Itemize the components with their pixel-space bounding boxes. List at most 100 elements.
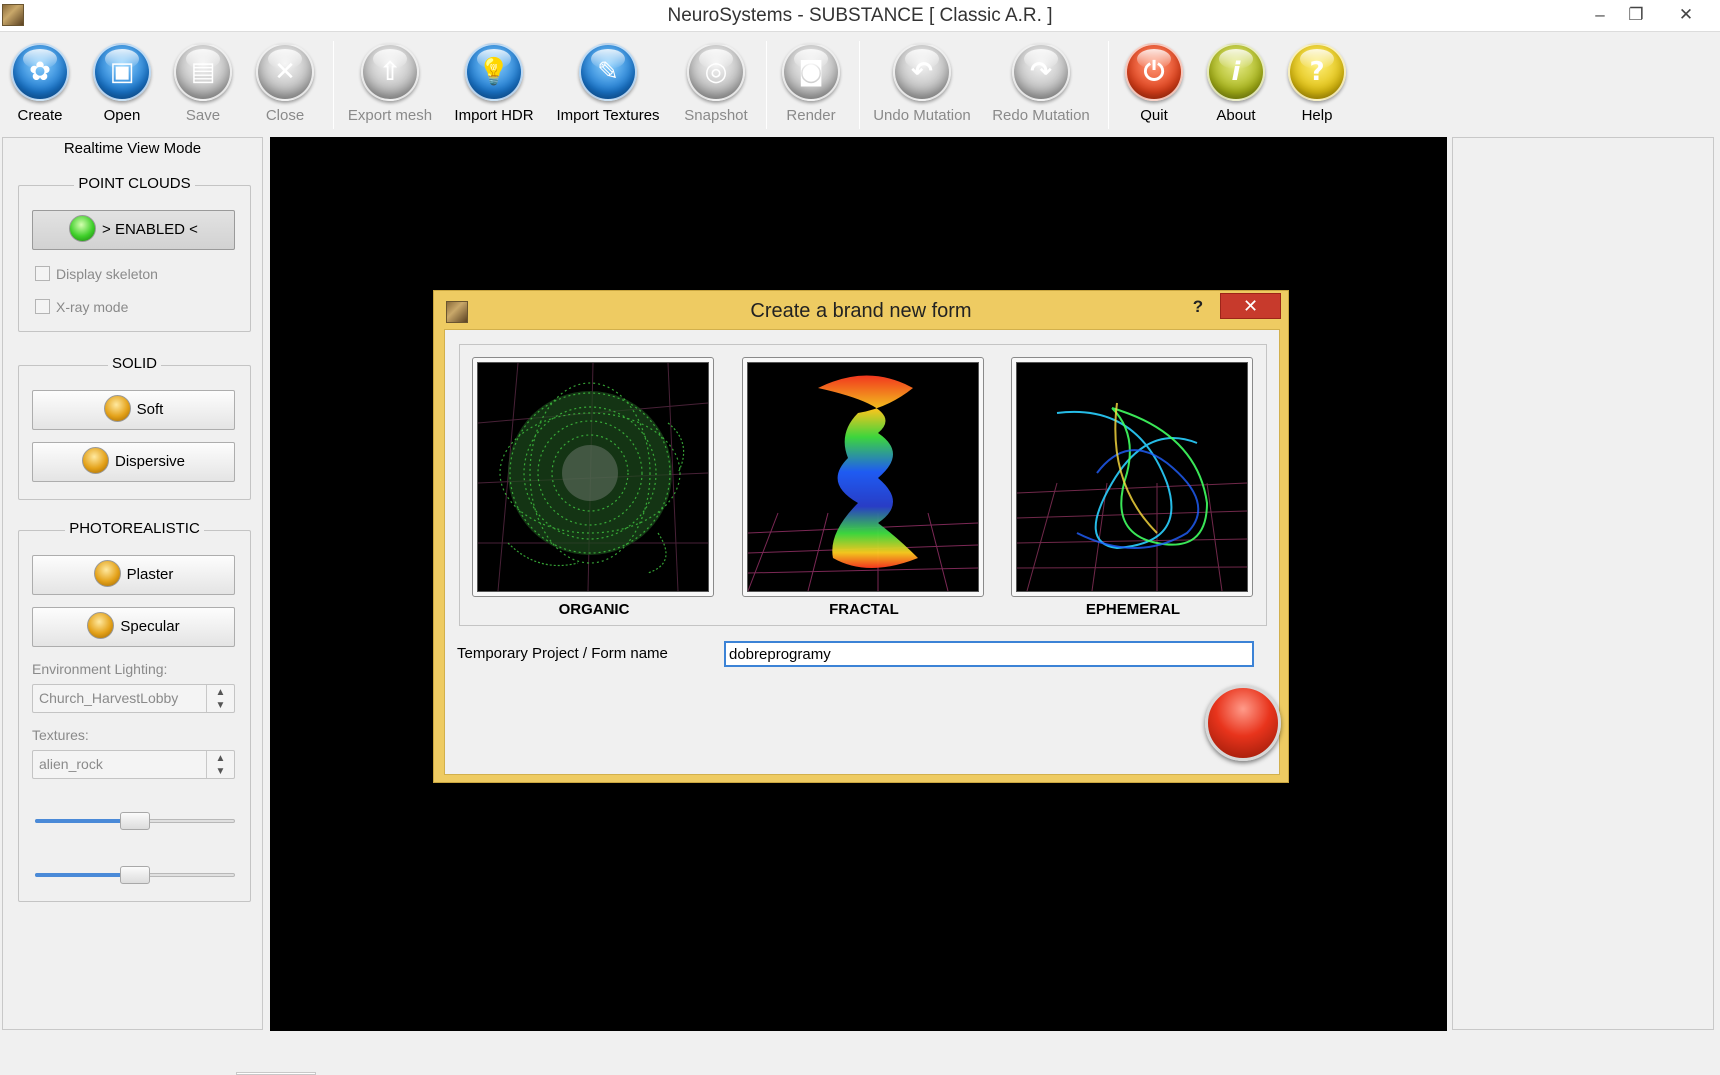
textures-label: Textures: (32, 727, 89, 743)
close-label: Close (265, 107, 305, 124)
confirm-create-button[interactable] (1205, 685, 1281, 761)
window-close-button[interactable]: ✕ (1666, 2, 1706, 28)
export-mesh-label: Export mesh (347, 107, 433, 124)
form-name-input[interactable] (724, 641, 1254, 667)
xray-mode-label: X-ray mode (56, 299, 129, 315)
plaster-button[interactable]: Plaster (32, 555, 235, 595)
dispersive-button[interactable]: Dispersive (32, 442, 235, 482)
panel-title: Realtime View Mode (63, 140, 202, 157)
import-hdr-label: Import HDR (454, 107, 534, 124)
aperture-icon: ◎ (687, 43, 745, 101)
slider-thumb[interactable] (120, 812, 150, 830)
render-button[interactable]: ◙ Render (778, 43, 844, 124)
point-clouds-group: POINT CLOUDS > ENABLED < Display skeleto… (18, 175, 251, 332)
choice-ephemeral[interactable]: EPHEMERAL (1011, 357, 1255, 618)
photorealistic-title: PHOTOREALISTIC (65, 520, 204, 537)
choice-organic[interactable]: ORGANIC (472, 357, 716, 618)
minimize-button[interactable]: – (1580, 2, 1620, 28)
point-clouds-enabled-button[interactable]: > ENABLED < (32, 210, 235, 250)
quit-label: Quit (1140, 107, 1168, 124)
choice-frame (472, 357, 714, 597)
dialog-close-button[interactable]: ✕ (1220, 293, 1281, 319)
view-mode-panel: Realtime View Mode POINT CLOUDS > ENABLE… (2, 137, 263, 1030)
organic-label: ORGANIC (558, 601, 630, 618)
fractal-thumbnail (747, 362, 979, 592)
form-name-label: Temporary Project / Form name (457, 645, 668, 662)
display-skeleton-label: Display skeleton (56, 266, 158, 282)
slider-2[interactable] (35, 865, 235, 885)
dialog-help-button[interactable]: ? (1186, 295, 1210, 319)
help-label: Help (1301, 107, 1333, 124)
solid-title: SOLID (107, 355, 161, 372)
green-led-icon (69, 215, 97, 243)
toolbar-separator (859, 41, 860, 129)
spin-arrows-icon: ▲ ▼ (206, 685, 234, 712)
photorealistic-group: PHOTOREALISTIC Plaster Specular Environm… (18, 520, 251, 902)
create-label: Create (17, 107, 63, 124)
upload-arrow-icon: ⇧ (361, 43, 419, 101)
about-label: About (1216, 107, 1256, 124)
import-textures-label: Import Textures (556, 107, 660, 124)
environment-lighting-select[interactable]: Church_HarvestLobby ▲ ▼ (32, 684, 235, 713)
undo-mutation-label: Undo Mutation (873, 107, 971, 124)
point-clouds-title: POINT CLOUDS (74, 175, 195, 192)
save-disk-icon: ▤ (174, 43, 232, 101)
open-label: Open (103, 107, 141, 124)
snapshot-button[interactable]: ◎ Snapshot (676, 43, 756, 124)
window-title: NeuroSystems - SUBSTANCE [ Classic A.R. … (667, 5, 1053, 26)
snapshot-label: Snapshot (684, 107, 748, 124)
display-skeleton-checkbox[interactable]: Display skeleton (35, 266, 158, 282)
specular-button[interactable]: Specular (32, 607, 235, 647)
dialog-body: ORGANIC FRACTAL EPHEMERAL Temporary Proj… (444, 329, 1281, 775)
open-button[interactable]: ▣ Open (90, 43, 154, 124)
choice-fractal[interactable]: FRACTAL (742, 357, 986, 618)
amber-led-icon (81, 447, 109, 475)
ephemeral-label: EPHEMERAL (1085, 601, 1181, 618)
right-panel (1452, 137, 1714, 1030)
fractal-label: FRACTAL (829, 601, 899, 618)
choice-frame (1011, 357, 1253, 597)
soft-button[interactable]: Soft (32, 390, 235, 430)
spin-arrows-icon: ▲ ▼ (206, 751, 234, 778)
export-mesh-button[interactable]: ⇧ Export mesh (346, 43, 434, 124)
enabled-label: > ENABLED < (102, 221, 198, 238)
slider-1[interactable] (35, 811, 235, 831)
redo-mutation-label: Redo Mutation (992, 107, 1090, 124)
save-label: Save (185, 107, 221, 124)
open-box-icon: ▣ (93, 43, 151, 101)
title-bar: NeuroSystems - SUBSTANCE [ Classic A.R. … (0, 0, 1720, 32)
redo-mutation-button[interactable]: ↷ Redo Mutation (991, 43, 1091, 124)
checkbox-box (35, 266, 50, 282)
import-hdr-button[interactable]: 💡 Import HDR (450, 43, 538, 124)
form-type-group: ORGANIC FRACTAL EPHEMERAL (459, 344, 1267, 626)
textures-select[interactable]: alien_rock ▲ ▼ (32, 750, 235, 779)
help-button[interactable]: ? Help (1285, 43, 1349, 124)
amber-led-icon (93, 560, 121, 588)
redo-arrow-icon: ↷ (1012, 43, 1070, 101)
undo-mutation-button[interactable]: ↶ Undo Mutation (872, 43, 972, 124)
dialog-title: Create a brand new form (750, 300, 972, 322)
question-icon: ? (1288, 43, 1346, 101)
toolbar-separator (1108, 41, 1109, 129)
environment-lighting-value: Church_HarvestLobby (39, 690, 179, 706)
organic-thumbnail (477, 362, 709, 592)
camera-icon: ◙ (782, 43, 840, 101)
amber-led-icon (103, 395, 131, 423)
close-x-icon: ✕ (256, 43, 314, 101)
about-button[interactable]: i About (1204, 43, 1268, 124)
render-label: Render (786, 107, 836, 124)
ephemeral-thumbnail (1016, 362, 1248, 592)
power-icon: ⏻ (1125, 43, 1183, 101)
save-button[interactable]: ▤ Save (171, 43, 235, 124)
soft-label: Soft (136, 401, 164, 418)
close-button[interactable]: ✕ Close (253, 43, 317, 124)
import-textures-button[interactable]: ✎ Import Textures (552, 43, 664, 124)
toolbar-separator (766, 41, 767, 129)
quit-button[interactable]: ⏻ Quit (1122, 43, 1186, 124)
restore-button[interactable]: ❐ (1616, 2, 1656, 28)
xray-mode-checkbox[interactable]: X-ray mode (35, 299, 128, 315)
create-button[interactable]: ✿ Create (8, 43, 72, 124)
slider-thumb[interactable] (120, 866, 150, 884)
plaster-label: Plaster (126, 566, 174, 583)
create-form-dialog: Create a brand new form ? ✕ ORGANIC FRAC… (433, 290, 1289, 783)
